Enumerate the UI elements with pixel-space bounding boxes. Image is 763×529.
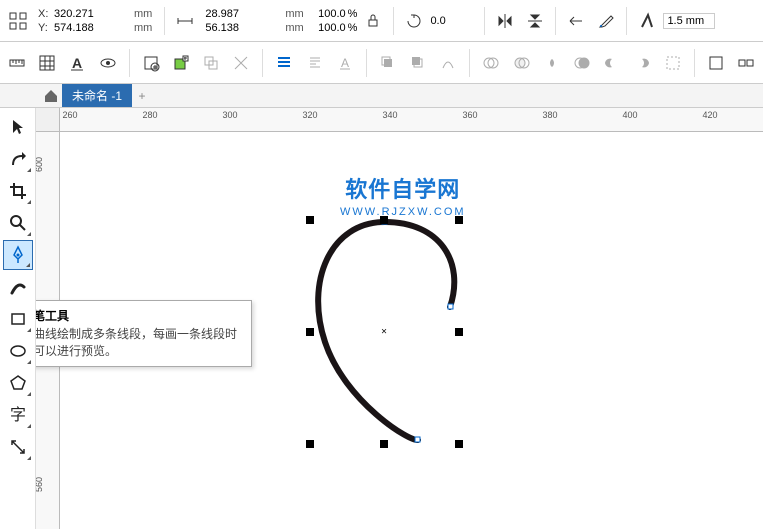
workspace: 字 260 280 300 320 340 360 380 400 420 60… [0,108,763,529]
horizontal-ruler[interactable]: 260 280 300 320 340 360 380 400 420 [60,108,763,132]
polygon-tool[interactable] [3,368,33,398]
document-tab[interactable]: 未命名 -1 [62,84,132,107]
y-label: Y: [38,21,52,35]
pen-tool-tooltip: 钢笔工具 将曲线绘制成多条线段，每画一条线段时都可以进行预览。 [36,300,252,367]
trim-button[interactable] [509,49,535,77]
outline-width-input[interactable] [663,13,715,29]
rectangle-tool[interactable] [3,304,33,334]
selection-handle-sw[interactable] [306,440,314,448]
mirror-h-button[interactable] [491,7,519,35]
x-unit: mm [134,7,152,21]
grid-button[interactable] [34,49,60,77]
w-unit: mm [285,7,303,21]
selection-handle-w[interactable] [306,328,314,336]
position-fields: X: mm Y: mm [38,7,158,35]
text-tool[interactable]: 字 [3,400,33,430]
scale-fields: % % [312,7,358,35]
weld-button[interactable] [478,49,504,77]
order-to-back-button[interactable] [405,49,431,77]
x-label: X: [38,7,52,21]
outline-width-icon [633,7,661,35]
document-tab-label: 未命名 -1 [72,87,122,104]
symbol-manager-button[interactable] [138,49,164,77]
toolbar-second: A A [0,42,763,84]
artistic-media-tool[interactable] [3,272,33,302]
boundary-button[interactable] [660,49,686,77]
selection-handle-se[interactable] [455,440,463,448]
position-icon [4,7,32,35]
selection-handle-s[interactable] [380,440,388,448]
crop-tool[interactable] [3,176,33,206]
welcome-tab-button[interactable] [40,85,62,107]
scale-x-input[interactable] [312,8,346,20]
svg-text:A: A [341,56,349,70]
parallel-dimension-tool[interactable] [3,432,33,462]
x-input[interactable] [54,8,132,20]
svg-text:字: 字 [9,406,25,424]
document-tabs: 未命名 -1 + [0,84,763,108]
container-options-button[interactable] [733,49,759,77]
outline-pen-button[interactable] [592,7,620,35]
front-minus-back-button[interactable] [599,49,625,77]
shape-tool[interactable] [3,144,33,174]
rotation-icon [400,7,428,35]
view-options-button[interactable] [95,49,121,77]
height-input[interactable] [205,22,283,34]
width-input[interactable] [205,8,283,20]
scale-y-input[interactable] [312,22,346,34]
text-a-button[interactable]: A [64,49,90,77]
drawn-curve[interactable] [310,212,470,452]
mirror-v-button[interactable] [521,7,549,35]
y-unit: mm [134,21,152,35]
selection-handle-n[interactable] [380,216,388,224]
pick-tool[interactable] [3,112,33,142]
rotation-input[interactable] [430,15,478,27]
back-minus-front-button[interactable] [629,49,655,77]
selection-handle-ne[interactable] [455,216,463,224]
toolbox: 字 [0,108,36,529]
size-fields: mm mm [205,7,309,35]
ruler-options-button[interactable] [4,49,30,77]
container-button[interactable] [703,49,729,77]
start-arrow-button[interactable] [562,7,590,35]
h-unit: mm [285,21,303,35]
convert-curve-button[interactable] [435,49,461,77]
selection-center[interactable]: × [381,327,387,338]
pen-tool[interactable] [3,240,33,270]
ruler-corner[interactable] [36,108,60,132]
paragraph-button[interactable] [302,49,328,77]
align-list-button[interactable] [271,49,297,77]
svg-text:A: A [72,55,82,71]
selection-handle-nw[interactable] [306,216,314,224]
order-to-front-button[interactable] [375,49,401,77]
intersect-button[interactable] [539,49,565,77]
canvas-area: 260 280 300 320 340 360 380 400 420 600 … [36,108,763,529]
add-tab-button[interactable]: + [132,86,152,106]
combine-button[interactable] [198,49,224,77]
selection-handle-e[interactable] [455,328,463,336]
tooltip-title: 钢笔工具 [36,307,243,324]
ellipse-tool[interactable] [3,336,33,366]
watermark-title: 软件自学网 [340,172,466,204]
size-icon [171,7,199,35]
add-layer-button[interactable] [168,49,194,77]
text-underline-button[interactable]: A [332,49,358,77]
break-apart-button[interactable] [228,49,254,77]
lock-ratio-button[interactable] [359,7,387,35]
property-bar: X: mm Y: mm mm mm % % [0,0,763,42]
y-input[interactable] [54,22,132,34]
tooltip-description: 将曲线绘制成多条线段，每画一条线段时都可以进行预览。 [36,326,243,360]
simplify-button[interactable] [569,49,595,77]
zoom-tool[interactable] [3,208,33,238]
